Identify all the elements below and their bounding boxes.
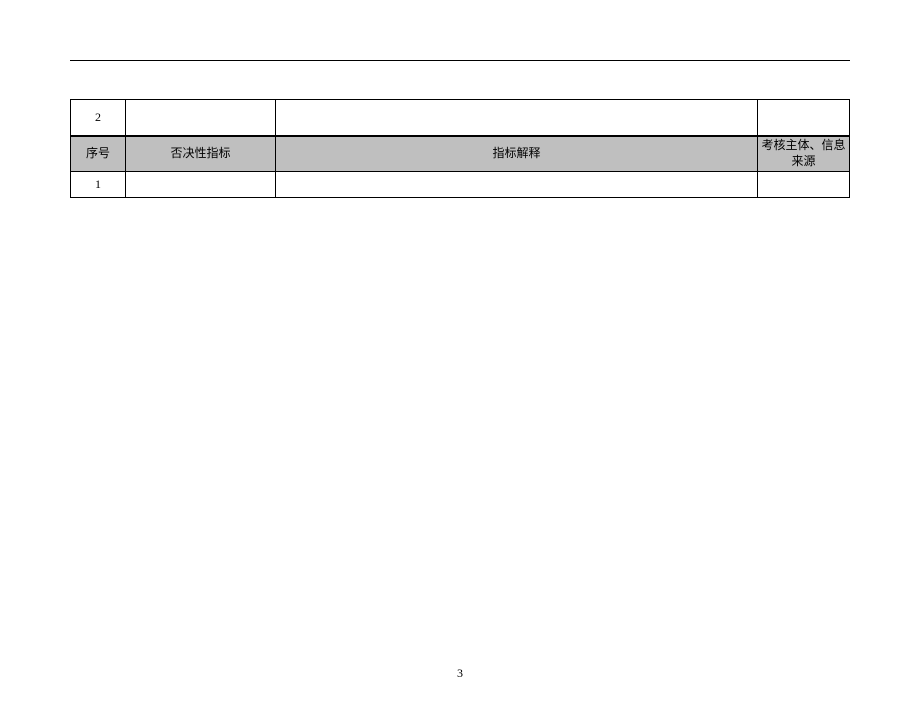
cell-source	[758, 172, 850, 198]
header-explain: 指标解释	[276, 136, 758, 172]
cell-c2	[126, 100, 276, 136]
header-source: 考核主体、信息来源	[758, 136, 850, 172]
table-header-row: 序号 否决性指标 指标解释 考核主体、信息来源	[71, 136, 850, 172]
cell-c3	[276, 100, 758, 136]
cell-c4	[758, 100, 850, 136]
page-number: 3	[0, 666, 920, 681]
cell-explain	[276, 172, 758, 198]
header-indicator: 否决性指标	[126, 136, 276, 172]
header-seq: 序号	[71, 136, 126, 172]
table-row: 1	[71, 172, 850, 198]
top-divider	[70, 60, 850, 61]
cell-seq: 2	[71, 100, 126, 136]
cell-indicator	[126, 172, 276, 198]
table-row: 2	[71, 100, 850, 136]
indicator-table: 2 序号 否决性指标 指标解释 考核主体、信息来源 1	[70, 99, 850, 198]
page-container: 2 序号 否决性指标 指标解释 考核主体、信息来源 1	[0, 60, 920, 198]
cell-seq: 1	[71, 172, 126, 198]
